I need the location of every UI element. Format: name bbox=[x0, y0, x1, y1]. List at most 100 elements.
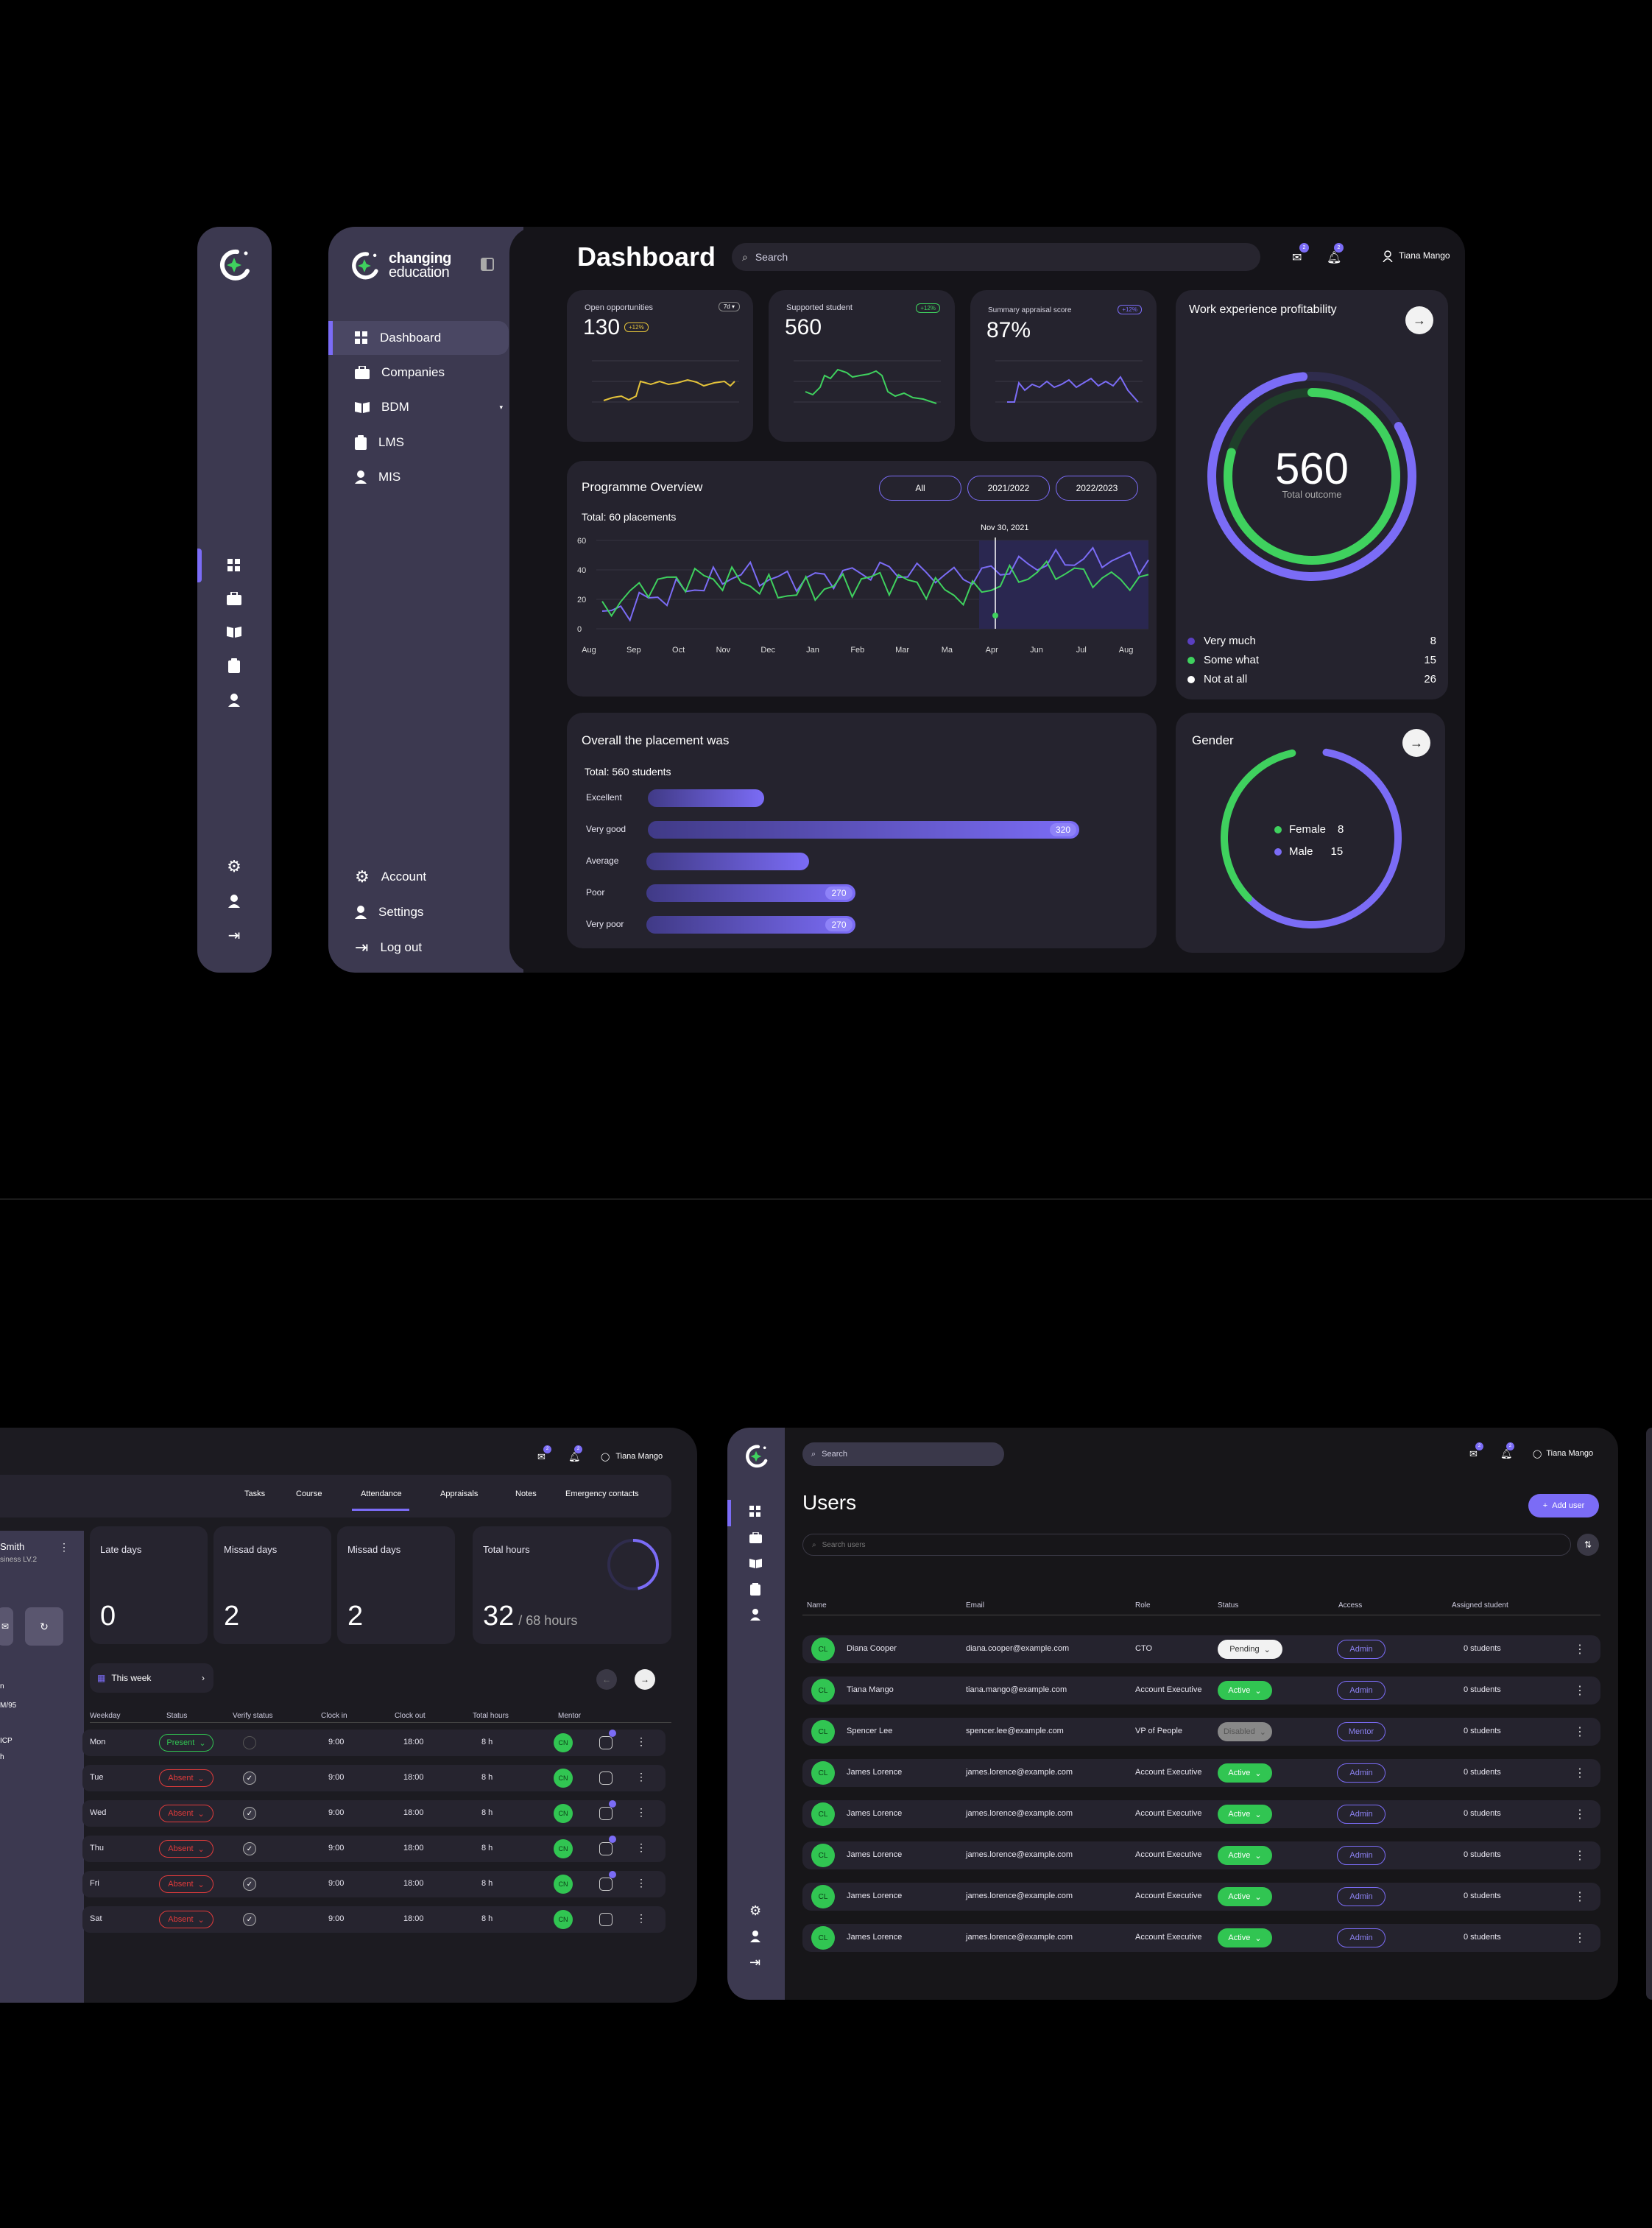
filter-all[interactable]: All bbox=[879, 476, 961, 501]
user-filter-input[interactable]: ⌕ Search users bbox=[802, 1534, 1571, 1556]
comment-icon[interactable] bbox=[599, 1772, 613, 1785]
week-selector[interactable]: ▦ This week › bbox=[90, 1663, 213, 1693]
sidebar-item-bdm[interactable]: BDM ▾ bbox=[328, 390, 509, 424]
briefcase-icon[interactable] bbox=[749, 1531, 762, 1547]
book-icon[interactable] bbox=[225, 623, 243, 641]
more-icon[interactable]: ⋮ bbox=[1574, 1683, 1586, 1698]
user-icon[interactable] bbox=[750, 1931, 760, 1946]
mail-icon[interactable]: ✉ 2 bbox=[1469, 1442, 1483, 1460]
search-input[interactable]: Search bbox=[755, 251, 788, 263]
status-dropdown[interactable]: Active ⌄ bbox=[1218, 1928, 1272, 1947]
clipboard-icon[interactable] bbox=[225, 657, 243, 674]
filter-2022-2023[interactable]: 2022/2023 bbox=[1056, 476, 1138, 501]
search-input[interactable]: Search bbox=[822, 1450, 847, 1459]
check-icon[interactable]: ✓ bbox=[243, 1878, 256, 1891]
mail-icon[interactable]: ✉ 2 bbox=[1292, 243, 1309, 265]
access-badge[interactable]: Admin bbox=[1337, 1928, 1386, 1947]
search-bar[interactable]: ⌕ Search bbox=[802, 1442, 1004, 1466]
user-icon[interactable] bbox=[225, 691, 243, 709]
comment-icon[interactable] bbox=[599, 1836, 616, 1855]
bell-icon[interactable]: 🔔︎ 2 bbox=[1500, 1442, 1514, 1460]
more-icon[interactable]: ⋮ bbox=[636, 1841, 646, 1854]
bell-icon[interactable]: 🔔︎ 2 bbox=[1327, 243, 1344, 265]
status-dropdown[interactable]: Absent ⌄ bbox=[159, 1769, 213, 1787]
history-icon[interactable]: ↻ bbox=[25, 1607, 63, 1646]
sidebar-item-logout[interactable]: ⇥ Log out bbox=[328, 931, 509, 965]
gear-icon[interactable]: ⚙ bbox=[225, 857, 243, 875]
briefcase-icon[interactable] bbox=[225, 590, 243, 607]
check-icon[interactable]: ✓ bbox=[243, 1772, 256, 1785]
status-dropdown[interactable]: Pending ⌄ bbox=[1218, 1640, 1282, 1659]
arrow-right-button[interactable]: → bbox=[1405, 306, 1433, 334]
user-icon[interactable] bbox=[750, 1609, 760, 1624]
access-badge[interactable]: Admin bbox=[1337, 1887, 1386, 1906]
prev-week-button[interactable]: ← bbox=[596, 1669, 617, 1690]
access-badge[interactable]: Admin bbox=[1337, 1805, 1386, 1824]
status-dropdown[interactable]: Absent ⌄ bbox=[159, 1840, 213, 1858]
logout-icon[interactable]: ⇥ bbox=[225, 926, 243, 944]
logout-icon[interactable]: ⇥ bbox=[749, 1955, 760, 1970]
check-icon[interactable]: ✓ bbox=[243, 1842, 256, 1855]
status-dropdown[interactable]: Active ⌄ bbox=[1218, 1763, 1272, 1783]
mail-icon[interactable]: ✉ bbox=[0, 1607, 13, 1646]
status-dropdown[interactable]: Absent ⌄ bbox=[159, 1805, 213, 1822]
more-icon[interactable]: ⋮ bbox=[1574, 1642, 1586, 1657]
comment-icon[interactable] bbox=[599, 1730, 616, 1749]
more-icon[interactable]: ⋮ bbox=[1574, 1889, 1586, 1904]
mail-icon[interactable]: ✉ 2 bbox=[537, 1445, 551, 1463]
tab-tasks[interactable]: Tasks bbox=[244, 1490, 265, 1498]
user-icon[interactable] bbox=[225, 892, 243, 910]
brand-logo-icon[interactable] bbox=[742, 1442, 770, 1474]
status-dropdown[interactable]: Active ⌄ bbox=[1218, 1681, 1272, 1700]
more-icon[interactable]: ⋮ bbox=[636, 1877, 646, 1889]
sidebar-item-lms[interactable]: LMS bbox=[328, 426, 509, 459]
comment-icon[interactable] bbox=[599, 1871, 616, 1891]
access-badge[interactable]: Admin bbox=[1337, 1640, 1386, 1659]
more-icon[interactable]: ⋮ bbox=[636, 1735, 646, 1748]
search-bar[interactable]: ⌕ Search bbox=[732, 243, 1260, 271]
check-icon[interactable]: ✓ bbox=[243, 1807, 256, 1820]
status-dropdown[interactable]: Active ⌄ bbox=[1218, 1887, 1272, 1906]
access-badge[interactable]: Admin bbox=[1337, 1681, 1386, 1700]
sidebar-item-settings[interactable]: Settings bbox=[328, 895, 509, 929]
status-dropdown[interactable]: Active ⌄ bbox=[1218, 1846, 1272, 1865]
add-user-button[interactable]: + Add user bbox=[1528, 1494, 1599, 1517]
status-dropdown[interactable]: Disabled ⌄ bbox=[1218, 1722, 1272, 1741]
more-icon[interactable]: ⋮ bbox=[636, 1912, 646, 1925]
more-icon[interactable]: ⋮ bbox=[636, 1771, 646, 1783]
check-icon[interactable]: ✓ bbox=[243, 1913, 256, 1926]
more-icon[interactable]: ⋮ bbox=[1574, 1724, 1586, 1739]
user-menu[interactable]: ◯ Tiana Mango bbox=[601, 1452, 663, 1462]
sidebar-item-dashboard[interactable]: Dashboard bbox=[328, 321, 509, 355]
grid-icon[interactable] bbox=[749, 1506, 761, 1521]
more-icon[interactable]: ⋮ bbox=[1574, 1931, 1586, 1945]
tab-course[interactable]: Course bbox=[296, 1490, 322, 1498]
status-dropdown[interactable]: Absent ⌄ bbox=[159, 1875, 213, 1893]
more-icon[interactable]: ⋮ bbox=[59, 1541, 69, 1554]
sidebar-item-account[interactable]: ⚙ Account bbox=[328, 860, 509, 894]
tab-appraisals[interactable]: Appraisals bbox=[440, 1490, 478, 1498]
gear-icon[interactable]: ⚙ bbox=[749, 1903, 761, 1919]
grid-icon[interactable] bbox=[225, 557, 243, 574]
access-badge[interactable]: Mentor bbox=[1337, 1722, 1386, 1741]
tab-attendance[interactable]: Attendance bbox=[361, 1490, 402, 1498]
status-dropdown[interactable]: Present ⌄ bbox=[159, 1734, 213, 1752]
more-icon[interactable]: ⋮ bbox=[1574, 1807, 1586, 1822]
next-week-button[interactable]: → bbox=[635, 1669, 655, 1690]
collapse-sidebar-icon[interactable] bbox=[481, 258, 494, 271]
filter-2021-2022[interactable]: 2021/2022 bbox=[967, 476, 1050, 501]
verify-empty-icon[interactable] bbox=[243, 1736, 256, 1749]
book-icon[interactable] bbox=[749, 1558, 762, 1572]
access-badge[interactable]: Admin bbox=[1337, 1846, 1386, 1865]
access-badge[interactable]: Admin bbox=[1337, 1763, 1386, 1783]
sort-icon[interactable]: ⇅ bbox=[1577, 1534, 1599, 1556]
sidebar-item-mis[interactable]: MIS bbox=[328, 460, 509, 494]
status-dropdown[interactable]: Active ⌄ bbox=[1218, 1805, 1272, 1824]
clipboard-icon[interactable] bbox=[750, 1583, 760, 1599]
comment-icon[interactable] bbox=[599, 1913, 613, 1926]
brand-logo-icon[interactable] bbox=[215, 246, 253, 288]
user-menu[interactable]: Tiana Mango bbox=[1383, 250, 1450, 262]
sidebar-item-companies[interactable]: Companies bbox=[328, 356, 509, 389]
more-icon[interactable]: ⋮ bbox=[1574, 1766, 1586, 1780]
user-menu[interactable]: ◯ Tiana Mango bbox=[1533, 1449, 1593, 1459]
